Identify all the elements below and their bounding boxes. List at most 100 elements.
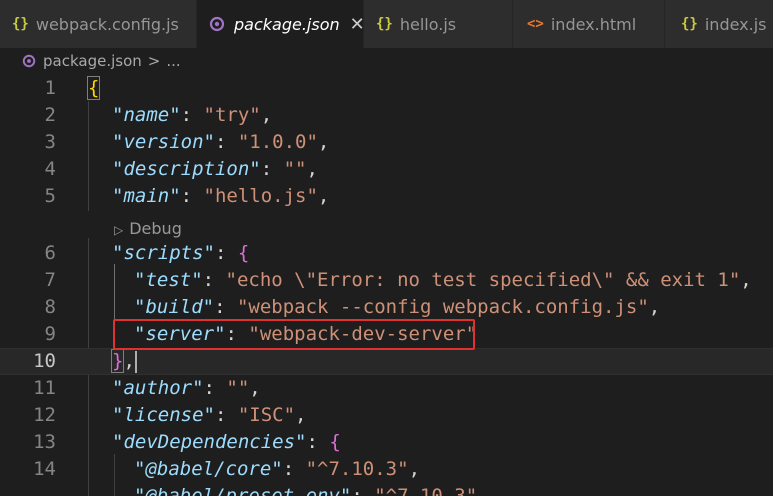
- code-line: 12 "license": "ISC",: [0, 402, 773, 429]
- annotation-highlight-box: [113, 319, 475, 350]
- editor-tab-bar: {} webpack.config.js package.json ✕ {} h…: [0, 0, 773, 48]
- code-text: {: [86, 75, 101, 102]
- comma: ,: [740, 269, 752, 291]
- code-text: "name": "try",: [112, 102, 272, 129]
- line-number: 13: [33, 431, 56, 453]
- code-line: 6 "scripts": {: [0, 240, 773, 267]
- code-text: "description": "",: [112, 156, 318, 183]
- line-number: 11: [33, 377, 56, 399]
- debug-label: Debug: [129, 219, 182, 238]
- code-line: 5 "main": "hello.js",: [0, 183, 773, 210]
- json-key: "@babel/preset-env": [134, 485, 352, 496]
- text-cursor: [134, 350, 137, 373]
- line-number: 4: [44, 158, 56, 180]
- html-angle-icon: <>: [527, 16, 544, 32]
- line-number: 3: [44, 131, 56, 153]
- json-icon: [22, 54, 36, 68]
- close-icon[interactable]: ✕: [350, 14, 365, 35]
- json-value: "^7.10.3": [305, 458, 409, 480]
- code-line: 2 "name": "try",: [0, 102, 773, 129]
- code-line: 13 "devDependencies": {: [0, 429, 773, 456]
- json-key: "name": [112, 104, 181, 126]
- code-line: 7 "test": "echo \"Error: no test specifi…: [0, 267, 773, 294]
- tab-index-html[interactable]: <> index.html: [513, 0, 665, 48]
- code-line-current: 10 },: [0, 348, 773, 375]
- chevron-right-icon: >: [147, 52, 161, 70]
- json-value: "hello.js": [203, 185, 318, 207]
- tab-webpack-config-js[interactable]: {} webpack.config.js: [0, 0, 197, 48]
- line-number: 7: [44, 269, 56, 291]
- json-key: "build": [134, 296, 215, 318]
- json-key: "version": [112, 131, 215, 153]
- breadcrumb-file[interactable]: package.json: [43, 52, 142, 70]
- brace-open: {: [86, 76, 101, 100]
- code-line: 11 "author": "",: [0, 375, 773, 402]
- code-line: 8 "build": "webpack --config webpack.con…: [0, 294, 773, 321]
- code-text: "main": "hello.js",: [112, 183, 329, 210]
- comma: ,: [648, 296, 661, 318]
- tab-hello-js[interactable]: {} hello.js: [364, 0, 513, 48]
- tab-label: index.html: [550, 14, 637, 34]
- json-key: "devDependencies": [112, 431, 307, 453]
- comma: ,: [317, 131, 330, 153]
- tab-label: package.json: [234, 14, 340, 34]
- line-number: 9: [44, 323, 56, 345]
- json-value: "ISC": [237, 404, 296, 426]
- comma: ,: [477, 485, 489, 496]
- code-text: "author": "",: [112, 375, 261, 402]
- play-icon: ▷: [114, 223, 124, 237]
- json-key: "description": [112, 158, 261, 180]
- line-number: 6: [44, 242, 56, 264]
- colon: :: [180, 185, 204, 207]
- code-text: "build": "webpack --config webpack.confi…: [134, 294, 660, 321]
- js-braces-icon: {}: [376, 16, 393, 32]
- brace-open: {: [237, 242, 250, 264]
- tab-label: index.js: [704, 14, 767, 34]
- tab-index-js[interactable]: {} index.js: [665, 0, 773, 48]
- breadcrumb: package.json > ...: [0, 48, 773, 74]
- colon: :: [214, 296, 237, 318]
- code-text: "license": "ISC",: [112, 402, 307, 429]
- breadcrumb-more[interactable]: ...: [166, 52, 180, 70]
- json-key: "author": [112, 377, 204, 399]
- colon: :: [306, 431, 330, 453]
- colon: :: [214, 404, 238, 426]
- json-value: "1.0.0": [237, 131, 318, 153]
- comma: ,: [408, 458, 421, 480]
- code-text: },: [110, 349, 137, 374]
- brace-open: {: [329, 431, 341, 453]
- code-line: 14 "@babel/core": "^7.10.3",: [0, 456, 773, 483]
- code-line: 4 "description": "",: [0, 156, 773, 183]
- line-number: 2: [44, 104, 56, 126]
- json-key: "license": [112, 404, 215, 426]
- debug-codelens[interactable]: ▷ Debug: [114, 215, 182, 242]
- colon: :: [180, 104, 204, 126]
- code-text: "devDependencies": {: [112, 429, 341, 456]
- json-value: "": [226, 377, 250, 399]
- comma: ,: [260, 104, 273, 126]
- tab-package-json[interactable]: package.json ✕: [197, 0, 365, 48]
- colon: :: [203, 377, 227, 399]
- colon: :: [282, 458, 306, 480]
- json-key: "scripts": [112, 242, 215, 264]
- comma: ,: [317, 185, 330, 207]
- colon: :: [214, 131, 238, 153]
- colon: :: [214, 242, 238, 264]
- line-number: 5: [44, 185, 56, 207]
- code-line: 1 {: [0, 75, 773, 102]
- json-key: "test": [134, 269, 203, 291]
- code-line: 3 "version": "1.0.0",: [0, 129, 773, 156]
- brace-close: }: [110, 349, 125, 373]
- code-editor[interactable]: 1 { 2 "name": "try", 3 "version": "1.0.0…: [0, 74, 773, 496]
- json-value: "": [283, 158, 307, 180]
- json-key: "@babel/core": [134, 458, 283, 480]
- comma: ,: [249, 377, 261, 399]
- js-braces-icon: {}: [681, 16, 698, 32]
- colon: :: [260, 158, 284, 180]
- json-icon: [209, 16, 225, 32]
- code-text: "test": "echo \"Error: no test specified…: [134, 267, 752, 294]
- json-value: "echo \"Error: no test specified\" && ex…: [225, 269, 741, 291]
- line-number: 14: [33, 458, 56, 480]
- comma: ,: [306, 158, 318, 180]
- line-number: 12: [33, 404, 56, 426]
